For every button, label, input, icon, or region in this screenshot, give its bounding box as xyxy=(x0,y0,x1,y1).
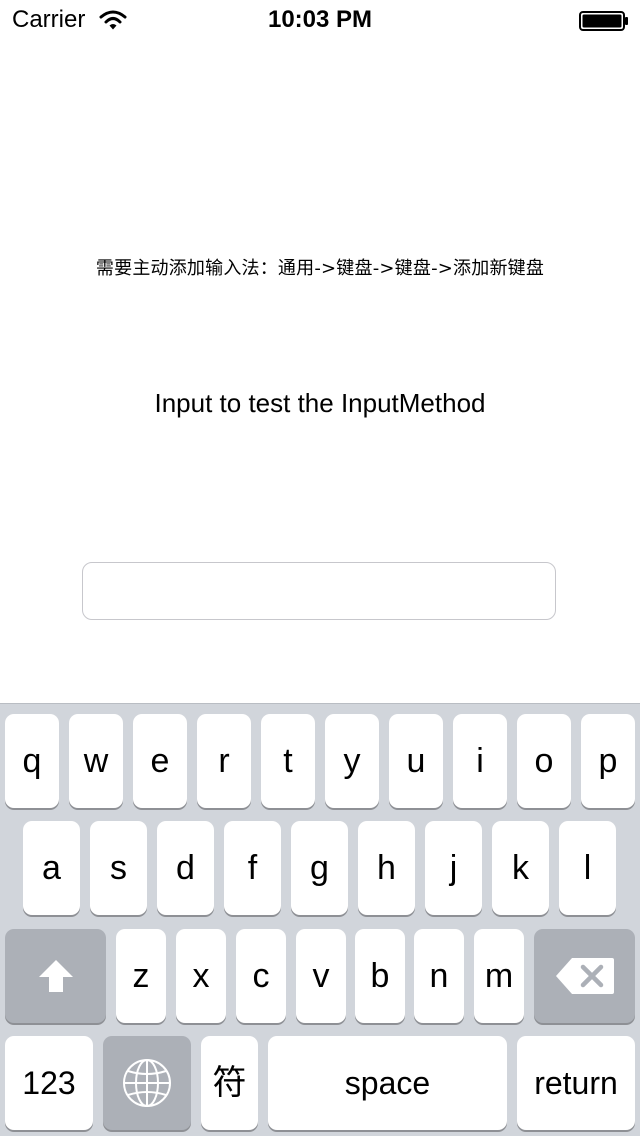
key-e[interactable]: e xyxy=(133,714,187,808)
return-key[interactable]: return xyxy=(517,1036,635,1130)
key-p[interactable]: p xyxy=(581,714,635,808)
space-key[interactable]: space xyxy=(268,1036,507,1130)
instruction-text: 需要主动添加输入法：通用->键盘->键盘->添加新键盘 xyxy=(95,258,545,279)
key-v[interactable]: v xyxy=(296,929,346,1023)
key-label: r xyxy=(218,742,230,780)
key-label: h xyxy=(377,849,396,887)
key-label: l xyxy=(583,849,592,887)
key-label: z xyxy=(132,957,150,995)
symbol-key[interactable]: 符 xyxy=(201,1036,258,1130)
backspace-icon xyxy=(555,958,614,994)
key-label: 123 xyxy=(22,1065,76,1101)
key-label: m xyxy=(484,957,514,995)
key-label: g xyxy=(310,849,329,887)
key-label: b xyxy=(370,957,390,995)
key-b[interactable]: b xyxy=(355,929,405,1023)
screen: Carrier 10:03 PM 需要主动添加输入法：通用->键盘->键盘->添… xyxy=(0,0,640,1136)
key-i[interactable]: i xyxy=(453,714,507,808)
key-label: u xyxy=(406,742,426,780)
key-label: space xyxy=(344,1065,431,1101)
key-label: n xyxy=(429,957,449,995)
key-u[interactable]: u xyxy=(389,714,443,808)
key-g[interactable]: g xyxy=(291,821,348,915)
shift-key[interactable] xyxy=(5,929,106,1023)
key-j[interactable]: j xyxy=(425,821,482,915)
key-label: s xyxy=(110,849,127,887)
key-a[interactable]: a xyxy=(23,821,80,915)
key-label: c xyxy=(252,957,270,995)
key-z[interactable]: z xyxy=(116,929,166,1023)
shift-arrow-icon xyxy=(38,960,73,992)
key-label: j xyxy=(449,849,458,887)
page-title: Input to test the InputMethod xyxy=(154,388,486,418)
key-label: w xyxy=(83,742,109,780)
key-o[interactable]: o xyxy=(517,714,571,808)
key-label: e xyxy=(150,742,170,780)
key-label: y xyxy=(343,742,361,780)
status-bar: Carrier 10:03 PM xyxy=(0,0,640,40)
key-n[interactable]: n xyxy=(414,929,464,1023)
key-label: d xyxy=(176,849,195,887)
key-c[interactable]: c xyxy=(236,929,286,1023)
key-q[interactable]: q xyxy=(5,714,59,808)
key-d[interactable]: d xyxy=(157,821,214,915)
key-h[interactable]: h xyxy=(358,821,415,915)
globe-icon xyxy=(123,1059,171,1107)
key-w[interactable]: w xyxy=(69,714,123,808)
key-label: o xyxy=(534,742,554,780)
key-label: x xyxy=(192,957,210,995)
key-label: f xyxy=(247,849,258,887)
battery-icon xyxy=(579,11,628,31)
key-label: t xyxy=(283,742,293,780)
key-l[interactable]: l xyxy=(559,821,616,915)
key-label: k xyxy=(512,849,529,887)
key-m[interactable]: m xyxy=(474,929,524,1023)
key-label: v xyxy=(312,957,330,995)
key-s[interactable]: s xyxy=(90,821,147,915)
key-label: return xyxy=(534,1065,618,1101)
key-label: i xyxy=(476,742,484,780)
key-label: p xyxy=(598,742,618,780)
key-x[interactable]: x xyxy=(176,929,226,1023)
key-f[interactable]: f xyxy=(224,821,281,915)
keyboard: q w e r t y u i o p a s d f g h j k l z … xyxy=(0,703,640,1136)
key-t[interactable]: t xyxy=(261,714,315,808)
numbers-key[interactable]: 123 xyxy=(5,1036,93,1130)
key-label: a xyxy=(42,849,61,887)
key-y[interactable]: y xyxy=(325,714,379,808)
key-label: q xyxy=(22,742,42,780)
clock: 10:03 PM xyxy=(267,6,373,33)
globe-key[interactable] xyxy=(103,1036,191,1130)
key-k[interactable]: k xyxy=(492,821,549,915)
text-input-field[interactable] xyxy=(82,562,556,620)
delete-key[interactable] xyxy=(534,929,635,1023)
key-label: 符 xyxy=(212,1063,247,1103)
key-r[interactable]: r xyxy=(197,714,251,808)
